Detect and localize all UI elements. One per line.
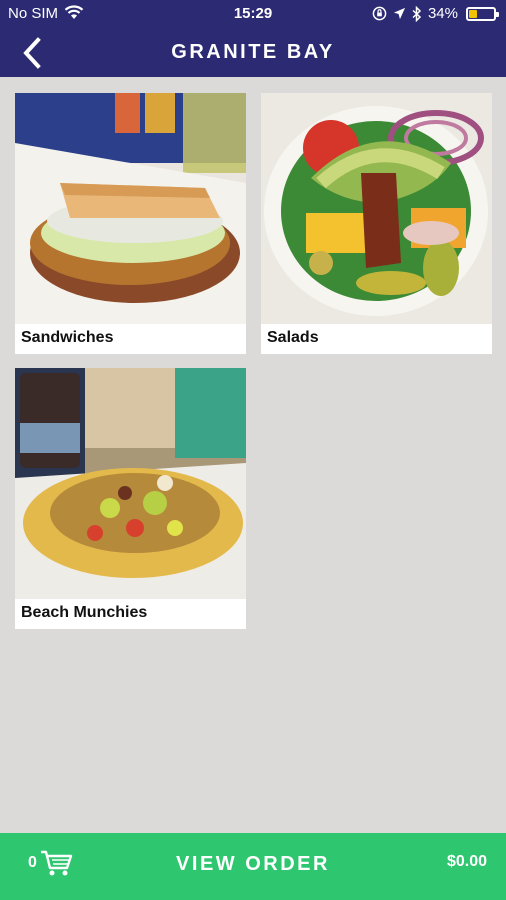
category-label: Salads [267, 329, 319, 346]
category-card-beach-munchies[interactable]: Beach Munchies [15, 368, 246, 629]
category-label: Sandwiches [21, 329, 114, 346]
location-arrow-icon [393, 7, 406, 20]
status-bar: No SIM 15:29 34% [0, 0, 506, 28]
app-header: No SIM 15:29 34% GRANITE BAY [0, 0, 506, 77]
battery-icon [466, 6, 499, 21]
bluetooth-icon [412, 5, 422, 22]
sandwich-photo [15, 93, 246, 324]
orientation-lock-icon [372, 6, 387, 21]
status-right-icons: 34% [372, 5, 499, 22]
category-label: Beach Munchies [21, 604, 148, 621]
nachos-photo [15, 368, 246, 599]
salad-photo [261, 93, 492, 324]
view-order-label: VIEW ORDER [176, 853, 330, 875]
view-order-bar[interactable]: 0 VIEW ORDER $0.00 [0, 833, 506, 900]
category-card-salads[interactable]: Salads [261, 93, 492, 354]
battery-fill [469, 9, 477, 18]
page-title: GRANITE BAY [171, 41, 335, 63]
category-card-sandwiches[interactable]: Sandwiches [15, 93, 246, 354]
order-total: $0.00 [446, 853, 487, 870]
battery-percent: 34% [427, 5, 458, 22]
nav-bar: GRANITE BAY [0, 28, 506, 77]
